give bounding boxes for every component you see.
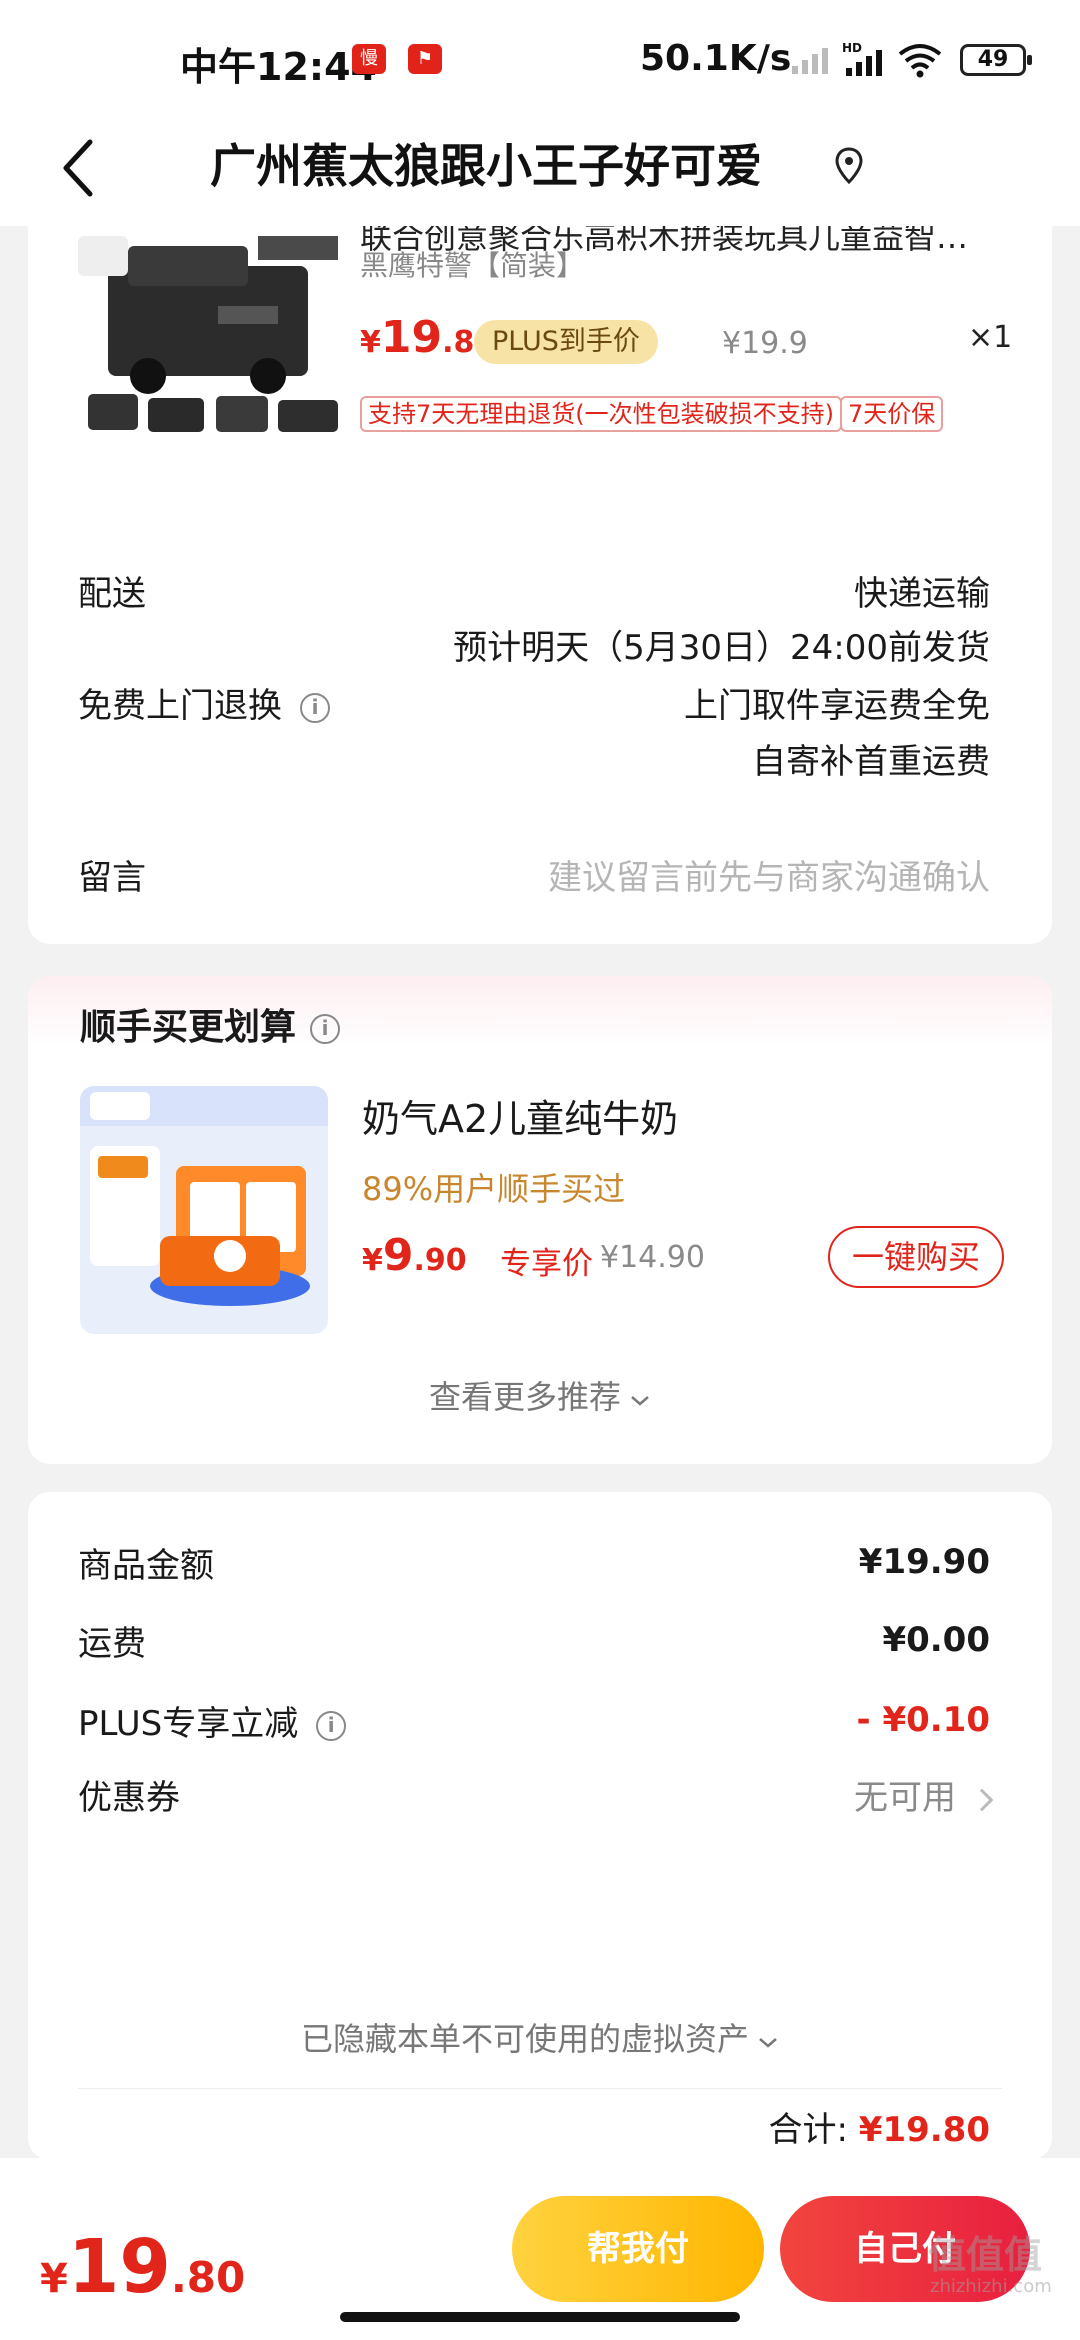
status-time: 中午12:44 [180, 45, 377, 89]
info-icon[interactable]: i [310, 1014, 341, 1044]
returns-row: 免费上门退换 i [78, 678, 330, 727]
original-price: ¥19.9 [722, 326, 808, 361]
chevron-down-icon [759, 2038, 777, 2048]
one-click-buy-button[interactable]: 一键购买 [828, 1226, 1004, 1288]
goods-amount-label: 商品金额 [78, 1546, 214, 1586]
coupon-label: 优惠券 [78, 1778, 180, 1818]
plus-discount-row: PLUS专享立减 i [78, 1696, 347, 1745]
plus-discount-label: PLUS专享立减 [78, 1704, 299, 1744]
help-pay-button[interactable]: 帮我付 [512, 2196, 764, 2302]
total-amount: ¥19.80 [858, 2110, 990, 2150]
wifi-icon [898, 44, 942, 78]
info-icon[interactable]: i [316, 1710, 347, 1741]
status-bar: 中午12:44 慢 ⚑ 50.1K/s HD 49 [0, 0, 1080, 120]
nav-header: 广州蕉太狼跟小王子好可爱 [0, 108, 1080, 226]
delivery-method[interactable]: 快递运输 [854, 566, 990, 615]
recommend-product-name[interactable]: 奶气A2儿童纯牛奶 [362, 1088, 678, 1143]
shipping-label: 运费 [78, 1624, 146, 1664]
exclusive-price-label: 专享价 [500, 1246, 593, 1282]
returns-line1: 上门取件享运费全免 [684, 686, 990, 726]
hd-signal-icon: HD [842, 41, 882, 76]
return-policy-tag: 支持7天无理由退货(一次性包装破损不支持) [360, 396, 842, 432]
message-label: 留言 [78, 858, 146, 898]
bottom-total-price: ¥19.80 [40, 2224, 245, 2310]
milk-product-image[interactable] [80, 1086, 328, 1334]
total-label: 合计: [768, 2110, 848, 2150]
delivery-label: 配送 [78, 574, 146, 614]
more-recommend-label: 查看更多推荐 [428, 1378, 621, 1416]
watermark-url: zhizhizhi.com [930, 2276, 1052, 2297]
app-notification-icon: ⚑ [408, 44, 442, 74]
bottom-amount-int: 19 [67, 2224, 171, 2310]
battery-icon: 49 [960, 44, 1032, 76]
price-dec: .8 [442, 325, 475, 360]
signal-bars-icon [792, 48, 828, 74]
chevron-down-icon [631, 1396, 649, 1406]
total-row: 合计: ¥19.80 [769, 2102, 990, 2151]
price-dec: .90 [413, 1243, 467, 1278]
returns-line2: 自寄补首重运费 [752, 742, 990, 782]
message-input[interactable]: 建议留言前先与商家沟通确认 [548, 850, 990, 899]
location-pin-icon[interactable] [834, 146, 864, 186]
app-notification-icon: 慢 [352, 44, 386, 74]
info-icon[interactable]: i [300, 692, 330, 723]
product-spec: 黑鹰特警【简装】 [360, 249, 585, 282]
recommend-header: 顺手买更划算 i [80, 998, 341, 1050]
address-title[interactable]: 广州蕉太狼跟小王子好可爱 [210, 130, 762, 196]
shipping-amount: ¥0.00 [882, 1620, 990, 1660]
chevron-right-icon [970, 1788, 994, 1811]
coupon-selector[interactable]: 无可用 [854, 1770, 994, 1819]
chevron-left-icon[interactable] [50, 128, 110, 208]
hidden-assets-toggle[interactable]: 已隐藏本单不可使用的虚拟资产 [28, 2014, 1052, 2060]
price-yen: ¥ [360, 325, 381, 360]
bottom-yen: ¥ [40, 2256, 68, 2302]
bottom-pay-bar: ¥19.80 帮我付 自己付 值值值 zhizhizhi.com [0, 2158, 1080, 2340]
hd-label: HD [842, 41, 862, 55]
price-row: ¥19.8 PLUS到手价 ¥19.9 [360, 312, 1052, 372]
recommend-price: ¥9.90 [362, 1230, 467, 1281]
order-card: 联合创意聚合乐高积木拼装玩具儿童益智男孩警察车 黑鹰特警【简装】 ¥19.8 P… [28, 226, 1052, 944]
delivery-estimate: 预计明天（5月30日）24:00前发货 [453, 628, 990, 668]
recommend-original-price: ¥14.90 [600, 1240, 705, 1275]
price-protect-tag: 7天价保 [840, 396, 944, 432]
coupon-value: 无可用 [854, 1778, 956, 1818]
social-proof: 89%用户顺手买过 [362, 1170, 626, 1208]
hidden-assets-label: 已隐藏本单不可使用的虚拟资产 [300, 2020, 749, 2058]
price-int: 19 [380, 312, 443, 363]
watermark-logo: 值值值 [928, 2233, 1043, 2277]
network-speed: 50.1K/s [640, 38, 792, 79]
bottom-amount-dec: .80 [170, 2253, 246, 2302]
summary-card: 商品金额 ¥19.90 运费 ¥0.00 PLUS专享立减 i - ¥0.10 优… [28, 1492, 1052, 2160]
battery-level: 49 [977, 47, 1009, 72]
divider [78, 2088, 1002, 2089]
product-image[interactable] [78, 226, 358, 452]
price-int: 9 [382, 1230, 414, 1281]
more-recommend-link[interactable]: 查看更多推荐 [28, 1372, 1052, 1418]
product-price: ¥19.8 [360, 312, 474, 363]
quantity: ×1 [968, 320, 1013, 355]
recommend-card: 顺手买更划算 i 奶气A2儿童纯牛奶 89%用户顺手买过 ¥9.90 专享价 ¥1… [28, 976, 1052, 1464]
price-yen: ¥ [362, 1243, 383, 1278]
recommend-title: 顺手买更划算 [80, 1007, 297, 1048]
home-indicator[interactable] [340, 2312, 740, 2322]
goods-amount: ¥19.90 [858, 1542, 990, 1582]
plus-price-tag: PLUS到手价 [474, 320, 658, 364]
plus-discount-amount: - ¥0.10 [856, 1700, 991, 1740]
returns-label: 免费上门退换 [78, 686, 282, 726]
